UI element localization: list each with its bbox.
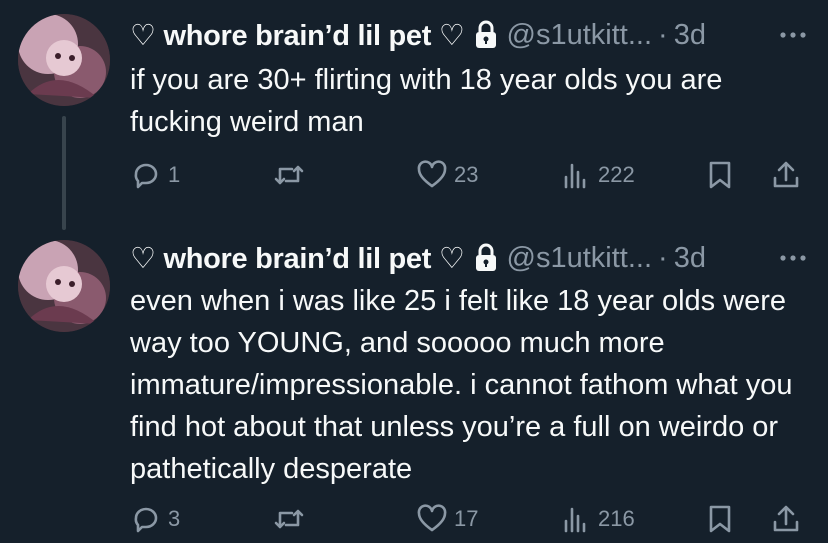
retweet-icon (274, 509, 304, 529)
avatar[interactable] (18, 14, 110, 106)
like-button[interactable]: 17 (416, 499, 478, 539)
views-icon (564, 163, 586, 189)
like-count: 17 (454, 506, 479, 531)
share-icon (773, 161, 799, 188)
tweet-header: ♡ whore brain’d lil pet ♡ @s1utkitt... ·… (130, 17, 706, 53)
user-handle[interactable]: @s1utkitt... (507, 19, 652, 52)
like-button[interactable]: 23 (416, 155, 478, 195)
views-count: 216 (598, 506, 635, 531)
tweet-actions: 3 17 216 (130, 499, 810, 539)
share-button[interactable] (770, 155, 802, 195)
avatar-image (18, 14, 110, 106)
reply-count: 1 (168, 162, 181, 187)
views-button[interactable]: 222 (560, 155, 635, 195)
reply-count: 3 (168, 506, 181, 531)
more-icon (780, 255, 806, 261)
display-name[interactable]: ♡ whore brain’d lil pet ♡ (130, 18, 465, 53)
tweet-text: if you are 30+ flirting with 18 year old… (130, 64, 723, 138)
avatar[interactable] (18, 240, 110, 332)
like-icon (417, 160, 447, 188)
thread-line (62, 116, 66, 230)
tweet-actions: 1 23 222 (130, 155, 810, 195)
tweet-text: even when i was like 25 i felt like 18 y… (130, 285, 793, 485)
more-icon (780, 32, 806, 38)
retweet-button[interactable] (272, 155, 312, 195)
like-count: 23 (454, 162, 479, 187)
tweet[interactable]: ♡ whore brain’d lil pet ♡ @s1utkitt... ·… (0, 0, 828, 230)
bookmark-button[interactable] (704, 499, 736, 539)
separator-dot: · (658, 241, 668, 274)
reply-icon (134, 163, 158, 189)
views-count: 222 (598, 162, 635, 187)
reply-icon (134, 507, 158, 533)
bookmark-button[interactable] (704, 155, 736, 195)
bookmark-icon (709, 505, 731, 533)
display-name[interactable]: ♡ whore brain’d lil pet ♡ (130, 241, 465, 276)
lock-icon (473, 20, 499, 50)
share-button[interactable] (770, 499, 802, 539)
tweet-header: ♡ whore brain’d lil pet ♡ @s1utkitt... ·… (130, 240, 706, 276)
share-icon (773, 505, 799, 532)
separator-dot: · (658, 18, 668, 51)
bookmark-icon (709, 161, 731, 189)
timestamp[interactable]: 3d (674, 19, 706, 52)
like-icon (417, 504, 447, 532)
reply-button[interactable]: 3 (130, 499, 180, 539)
tweet[interactable]: ♡ whore brain’d lil pet ♡ @s1utkitt... ·… (0, 230, 828, 543)
lock-icon (473, 243, 499, 273)
views-button[interactable]: 216 (560, 499, 635, 539)
retweet-button[interactable] (272, 499, 312, 539)
reply-button[interactable]: 1 (130, 155, 180, 195)
retweet-icon (274, 165, 304, 185)
views-icon (564, 507, 586, 533)
timestamp[interactable]: 3d (674, 242, 706, 275)
more-button[interactable] (778, 17, 808, 53)
more-button[interactable] (778, 240, 808, 276)
user-handle[interactable]: @s1utkitt... (507, 242, 652, 275)
avatar-image (18, 240, 110, 332)
